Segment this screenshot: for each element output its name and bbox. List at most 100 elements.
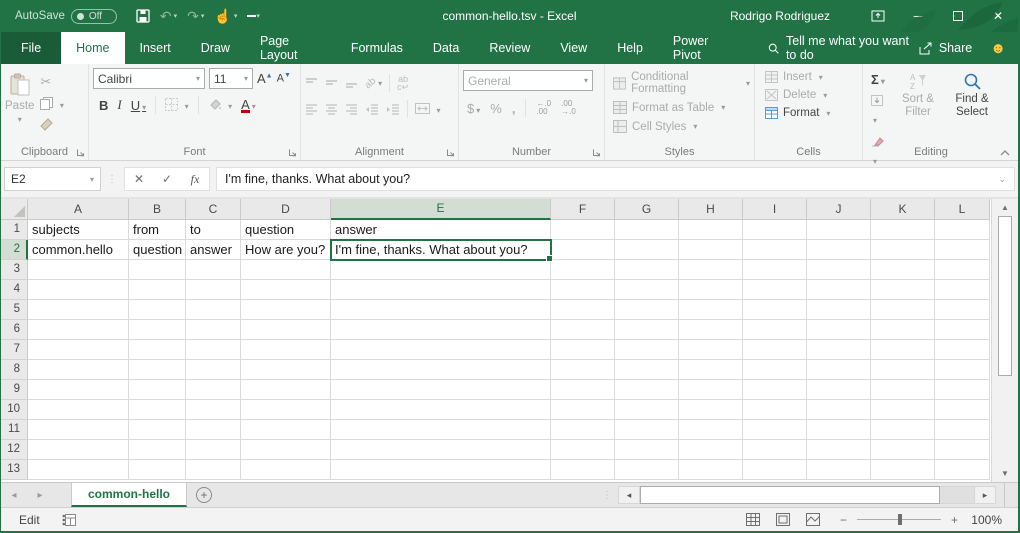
cell-A3[interactable]	[28, 260, 129, 280]
align-right-icon[interactable]	[345, 103, 358, 115]
autosum-button[interactable]: Σ	[871, 72, 887, 87]
column-header-E[interactable]: E	[331, 199, 551, 220]
grow-font-button[interactable]: A▲	[257, 71, 273, 86]
cell-G9[interactable]	[615, 380, 679, 400]
cell-H8[interactable]	[679, 360, 743, 380]
scroll-right-arrow[interactable]: ▸	[974, 486, 996, 504]
cell-F9[interactable]	[551, 380, 615, 400]
cell-F13[interactable]	[551, 460, 615, 480]
formula-input[interactable]: I'm fine, thanks. What about you? ⌄	[216, 167, 1015, 191]
format-as-table-button[interactable]: Format as Table	[613, 101, 750, 114]
column-header-K[interactable]: K	[871, 199, 935, 220]
cell-K12[interactable]	[871, 440, 935, 460]
cell-K7[interactable]	[871, 340, 935, 360]
cell-I2[interactable]	[743, 240, 807, 260]
align-top-icon[interactable]	[305, 77, 318, 89]
cell-C9[interactable]	[186, 380, 241, 400]
tab-scrollbar-splitter[interactable]: ⋮	[596, 483, 618, 507]
cell-I1[interactable]	[743, 220, 807, 240]
cell-G2[interactable]	[615, 240, 679, 260]
save-button[interactable]	[133, 7, 153, 25]
cell-H1[interactable]	[679, 220, 743, 240]
cell-K8[interactable]	[871, 360, 935, 380]
cell-A12[interactable]	[28, 440, 129, 460]
page-layout-view-button[interactable]	[776, 513, 790, 526]
align-bottom-icon[interactable]	[345, 77, 358, 89]
cell-C1[interactable]: to	[186, 220, 241, 240]
cell-A6[interactable]	[28, 320, 129, 340]
cell-F10[interactable]	[551, 400, 615, 420]
insert-function-button[interactable]: fx	[181, 172, 209, 187]
redo-button[interactable]: ↷ ▾	[184, 6, 207, 27]
cell-E12[interactable]	[331, 440, 551, 460]
page-break-preview-button[interactable]	[806, 513, 820, 526]
cell-J4[interactable]	[807, 280, 871, 300]
cell-C2[interactable]: answer	[186, 240, 241, 260]
scrollbar-resize-handle[interactable]	[1004, 483, 1018, 507]
borders-button[interactable]	[165, 96, 188, 114]
cell-D10[interactable]	[241, 400, 331, 420]
cell-K4[interactable]	[871, 280, 935, 300]
cell-H13[interactable]	[679, 460, 743, 480]
cell-K2[interactable]	[871, 240, 935, 260]
cell-E8[interactable]	[331, 360, 551, 380]
cell-G13[interactable]	[615, 460, 679, 480]
fill-color-button[interactable]	[208, 96, 232, 114]
row-header-9[interactable]: 9	[1, 380, 28, 400]
name-box[interactable]: E2 ▾	[4, 167, 101, 191]
align-center-icon[interactable]	[325, 103, 338, 115]
cell-E1[interactable]: answer	[331, 220, 551, 240]
decrease-indent-icon[interactable]	[365, 103, 379, 115]
tab-view[interactable]: View	[545, 32, 602, 64]
clipboard-dialog-launcher[interactable]	[76, 148, 85, 157]
cell-H12[interactable]	[679, 440, 743, 460]
cell-J13[interactable]	[807, 460, 871, 480]
orientation-button[interactable]: ab	[365, 78, 382, 89]
cell-K11[interactable]	[871, 420, 935, 440]
cell-G8[interactable]	[615, 360, 679, 380]
cell-J12[interactable]	[807, 440, 871, 460]
cell-I12[interactable]	[743, 440, 807, 460]
cell-B13[interactable]	[129, 460, 186, 480]
customize-qat-button[interactable]: ▾	[244, 10, 263, 22]
conditional-formatting-button[interactable]: Conditional Formatting	[613, 71, 750, 95]
cell-E5[interactable]	[331, 300, 551, 320]
cell-L5[interactable]	[935, 300, 990, 320]
shrink-font-button[interactable]: A▼	[277, 72, 291, 85]
cell-F8[interactable]	[551, 360, 615, 380]
column-header-L[interactable]: L	[935, 199, 990, 220]
cell-G10[interactable]	[615, 400, 679, 420]
name-box-dropdown[interactable]: ▾	[90, 175, 94, 184]
zoom-slider[interactable]	[857, 514, 941, 525]
cell-L9[interactable]	[935, 380, 990, 400]
paste-button[interactable]: Paste ▾	[5, 68, 34, 131]
cell-J11[interactable]	[807, 420, 871, 440]
cell-styles-button[interactable]: Cell Styles	[613, 120, 750, 133]
cell-E3[interactable]	[331, 260, 551, 280]
cell-F7[interactable]	[551, 340, 615, 360]
cell-G6[interactable]	[615, 320, 679, 340]
tab-insert[interactable]: Insert	[125, 32, 186, 64]
cell-I13[interactable]	[743, 460, 807, 480]
cell-E10[interactable]	[331, 400, 551, 420]
cell-C11[interactable]	[186, 420, 241, 440]
cell-B9[interactable]	[129, 380, 186, 400]
tab-home[interactable]: Home	[61, 32, 124, 64]
cell-I7[interactable]	[743, 340, 807, 360]
cell-I3[interactable]	[743, 260, 807, 280]
cell-K13[interactable]	[871, 460, 935, 480]
redo-dropdown[interactable]: ▾	[201, 12, 205, 20]
insert-cells-button[interactable]: Insert	[765, 71, 858, 83]
cell-E7[interactable]	[331, 340, 551, 360]
cell-J1[interactable]	[807, 220, 871, 240]
cell-I5[interactable]	[743, 300, 807, 320]
cell-B7[interactable]	[129, 340, 186, 360]
cell-A5[interactable]	[28, 300, 129, 320]
cell-J7[interactable]	[807, 340, 871, 360]
cell-B5[interactable]	[129, 300, 186, 320]
number-dialog-launcher[interactable]	[592, 148, 601, 157]
vertical-scrollbar[interactable]: ▲ ▼	[991, 199, 1018, 482]
row-header-3[interactable]: 3	[1, 260, 28, 280]
cell-C4[interactable]	[186, 280, 241, 300]
accounting-format-button[interactable]: $	[467, 101, 480, 116]
